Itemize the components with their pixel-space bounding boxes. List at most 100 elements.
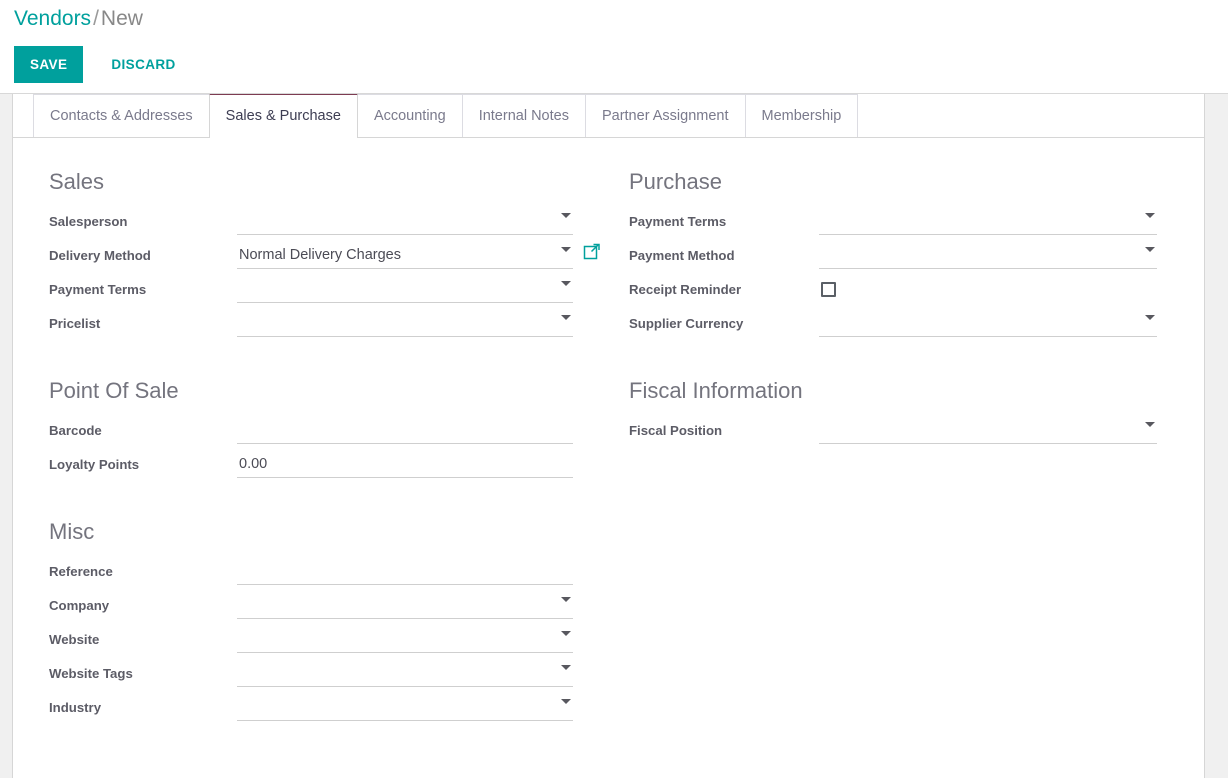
breadcrumb: Vendors/New bbox=[14, 5, 143, 33]
field-control-loyalty-points[interactable] bbox=[237, 450, 573, 478]
field-label-receipt-reminder: Receipt Reminder bbox=[629, 282, 742, 297]
chevron-down-icon[interactable] bbox=[561, 631, 571, 636]
tab-contacts-addresses[interactable]: Contacts & Addresses bbox=[33, 94, 210, 137]
field-label-supplier-currency: Supplier Currency bbox=[629, 316, 744, 331]
field-control-delivery-method[interactable] bbox=[237, 241, 600, 269]
field-loyalty-points: Loyalty Points bbox=[49, 450, 605, 484]
chevron-down-icon[interactable] bbox=[1145, 247, 1155, 252]
field-industry: Industry bbox=[49, 693, 605, 727]
field-label-fiscal-position: Fiscal Position bbox=[629, 423, 723, 438]
field-website: Website bbox=[49, 625, 605, 659]
form-column-right: Purchase Payment Terms Payment Method Re… bbox=[605, 168, 1197, 761]
reference-input[interactable] bbox=[237, 559, 573, 582]
chevron-down-icon[interactable] bbox=[561, 281, 571, 286]
field-label-industry: Industry bbox=[49, 700, 102, 715]
control-panel: Vendors/New SAVE DISCARD bbox=[0, 0, 1228, 94]
tab-sales-purchase[interactable]: Sales & Purchase bbox=[208, 94, 358, 138]
field-barcode: Barcode bbox=[49, 416, 605, 450]
website-input[interactable] bbox=[237, 627, 573, 650]
field-control-website[interactable] bbox=[237, 625, 573, 653]
field-control-payment-method[interactable] bbox=[819, 241, 1157, 269]
tab-partner-assignment[interactable]: Partner Assignment bbox=[584, 94, 746, 137]
field-label-company: Company bbox=[49, 598, 110, 613]
website-tags-input[interactable] bbox=[237, 661, 573, 684]
field-label-payment-method: Payment Method bbox=[629, 248, 735, 263]
field-label-website: Website bbox=[49, 632, 100, 647]
field-control-barcode[interactable] bbox=[237, 416, 573, 444]
tab-accounting[interactable]: Accounting bbox=[356, 94, 463, 137]
field-control-website-tags[interactable] bbox=[237, 659, 573, 687]
purchase-payment-terms-input[interactable] bbox=[819, 209, 1157, 232]
field-receipt-reminder: Receipt Reminder bbox=[629, 275, 1197, 309]
field-control-purchase-payment-terms[interactable] bbox=[819, 207, 1157, 235]
chevron-down-icon[interactable] bbox=[561, 315, 571, 320]
field-control-industry[interactable] bbox=[237, 693, 573, 721]
group-fiscal-information: Fiscal Information Fiscal Position bbox=[629, 377, 1197, 450]
field-label-sales-payment-terms: Payment Terms bbox=[49, 282, 147, 297]
salesperson-input[interactable] bbox=[237, 209, 573, 232]
field-delivery-method: Delivery Method bbox=[49, 241, 605, 275]
form-column-left: Sales Salesperson Delivery Method Normal… bbox=[13, 168, 605, 761]
chevron-down-icon[interactable] bbox=[1145, 422, 1155, 427]
chevron-down-icon[interactable] bbox=[561, 699, 571, 704]
field-label-delivery-method: Delivery Method bbox=[49, 248, 151, 263]
field-control-company[interactable] bbox=[237, 591, 573, 619]
external-link-icon[interactable] bbox=[583, 243, 601, 261]
group-sales: Sales Salesperson Delivery Method Normal… bbox=[49, 168, 605, 343]
field-label-salesperson: Salesperson bbox=[49, 214, 128, 229]
field-label-reference: Reference bbox=[49, 564, 113, 579]
supplier-currency-input[interactable] bbox=[819, 311, 1157, 334]
tab-internal-notes[interactable]: Internal Notes bbox=[461, 94, 586, 137]
field-website-tags: Website Tags bbox=[49, 659, 605, 693]
field-label-website-tags: Website Tags bbox=[49, 666, 133, 681]
field-label-purchase-payment-terms: Payment Terms bbox=[629, 214, 727, 229]
field-control-pricelist[interactable] bbox=[237, 309, 573, 337]
group-title-point-of-sale: Point Of Sale bbox=[49, 378, 179, 403]
group-title-fiscal-information: Fiscal Information bbox=[629, 378, 803, 403]
breadcrumb-separator: / bbox=[93, 7, 99, 30]
field-control-sales-payment-terms[interactable] bbox=[237, 275, 573, 303]
chevron-down-icon[interactable] bbox=[561, 665, 571, 670]
industry-input[interactable] bbox=[237, 695, 573, 718]
field-control-fiscal-position[interactable] bbox=[819, 416, 1157, 444]
field-label-loyalty-points: Loyalty Points bbox=[49, 457, 140, 472]
group-misc: Misc Reference Company Website Website T… bbox=[49, 518, 605, 727]
tab-membership[interactable]: Membership bbox=[744, 94, 859, 137]
field-salesperson: Salesperson bbox=[49, 207, 605, 241]
field-control-supplier-currency[interactable] bbox=[819, 309, 1157, 337]
save-button[interactable]: SAVE bbox=[14, 46, 84, 83]
receipt-reminder-checkbox[interactable] bbox=[821, 281, 836, 297]
chevron-down-icon[interactable] bbox=[561, 213, 571, 218]
company-input[interactable] bbox=[237, 593, 573, 616]
field-control-reference[interactable] bbox=[237, 557, 573, 585]
breadcrumb-item-current: New bbox=[100, 7, 143, 30]
group-title-misc: Misc bbox=[49, 519, 95, 544]
chevron-down-icon[interactable] bbox=[561, 597, 571, 602]
fiscal-position-input[interactable] bbox=[819, 418, 1157, 441]
tab-panel-sales-purchase: Sales Salesperson Delivery Method Normal… bbox=[13, 138, 1204, 761]
chevron-down-icon[interactable] bbox=[561, 247, 571, 252]
field-supplier-currency: Supplier Currency bbox=[629, 309, 1197, 343]
delivery-method-input[interactable] bbox=[237, 243, 573, 266]
pricelist-input[interactable] bbox=[237, 311, 573, 334]
group-title-purchase: Purchase bbox=[629, 169, 722, 194]
chevron-down-icon[interactable] bbox=[1145, 213, 1155, 218]
field-control-receipt-reminder bbox=[819, 275, 1157, 303]
sales-payment-terms-input[interactable] bbox=[237, 277, 573, 300]
form-sheet: Contacts & Addresses Sales & Purchase Ac… bbox=[12, 94, 1205, 778]
field-label-barcode: Barcode bbox=[49, 423, 102, 438]
loyalty-points-input[interactable] bbox=[237, 452, 573, 475]
breadcrumb-item-vendors[interactable]: Vendors bbox=[14, 7, 91, 30]
discard-button[interactable]: DISCARD bbox=[97, 46, 189, 83]
field-company: Company bbox=[49, 591, 605, 625]
group-point-of-sale: Point Of Sale Barcode Loyalty Points bbox=[49, 377, 605, 484]
group-purchase: Purchase Payment Terms Payment Method Re… bbox=[629, 168, 1197, 343]
barcode-input[interactable] bbox=[237, 418, 573, 441]
field-purchase-payment-terms: Payment Terms bbox=[629, 207, 1197, 241]
chevron-down-icon[interactable] bbox=[1145, 315, 1155, 320]
field-sales-payment-terms: Payment Terms bbox=[49, 275, 605, 309]
page-body: Contacts & Addresses Sales & Purchase Ac… bbox=[0, 94, 1228, 778]
group-title-sales: Sales bbox=[49, 169, 105, 194]
payment-method-input[interactable] bbox=[819, 243, 1157, 266]
field-control-salesperson[interactable] bbox=[237, 207, 573, 235]
